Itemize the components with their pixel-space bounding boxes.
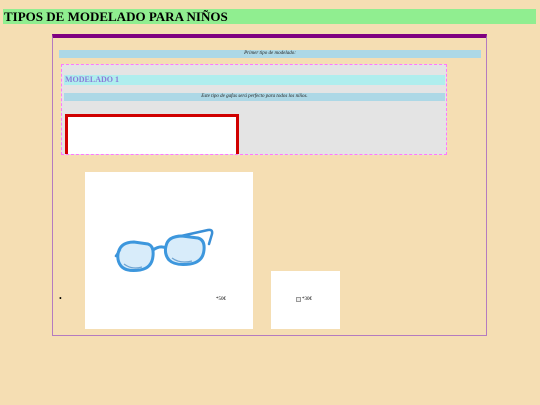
broken-image-icon <box>296 297 301 302</box>
product-card[interactable]: *50€ <box>85 172 253 329</box>
product-price: *50€ <box>216 297 226 302</box>
model-title: MODELADO 1 <box>64 75 445 85</box>
page-title: TIPOS DE MODELADO PARA NIÑOS <box>3 9 536 24</box>
broken-image: *30€ <box>296 296 312 303</box>
model-description: Este tipo de gafas será perfecto para to… <box>64 93 445 101</box>
video-frame[interactable] <box>65 114 239 154</box>
image-alt-text: *30€ <box>302 297 312 302</box>
intro-text: Primer tipo de modelado: <box>59 50 481 58</box>
list-bullet: • <box>59 294 62 303</box>
product-card[interactable]: *30€ <box>271 271 340 329</box>
glasses-image <box>114 228 214 272</box>
model-section: MODELADO 1 Este tipo de gafas será perfe… <box>61 64 447 155</box>
